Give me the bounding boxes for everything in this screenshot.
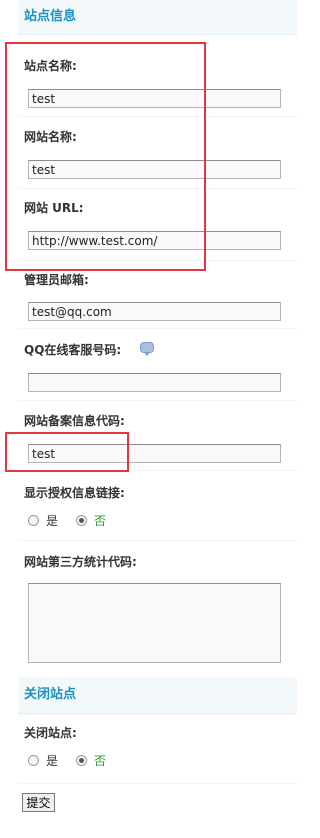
close-site-row: 关闭站点: 是 否: [18, 713, 297, 784]
site-info-section-header: 站点信息: [18, 0, 297, 35]
close-site-no-label[interactable]: 否: [94, 752, 106, 769]
highlight-box-icp-input: [5, 432, 129, 472]
close-site-yes-label[interactable]: 是: [46, 752, 58, 769]
submit-button[interactable]: 提交: [22, 793, 55, 812]
show-license-yes-radio[interactable]: [28, 514, 39, 526]
stats-code-row: 网站第三方统计代码:: [18, 540, 297, 674]
show-license-label: 显示授权信息链接:: [24, 486, 125, 500]
close-site-no-radio[interactable]: [76, 754, 88, 766]
help-bubble-icon[interactable]: [140, 342, 154, 356]
show-license-row: 显示授权信息链接: 是 否: [18, 470, 297, 541]
icp-code-label: 网站备案信息代码:: [24, 414, 125, 428]
close-site-yes-radio[interactable]: [28, 754, 39, 766]
close-site-section-header: 关闭站点: [18, 677, 297, 714]
show-license-no-label[interactable]: 否: [94, 512, 106, 529]
site-info-section-title: 站点信息: [24, 9, 77, 24]
qq-service-row: QQ在线客服号码:: [18, 328, 297, 401]
stats-code-textarea[interactable]: [28, 583, 281, 663]
show-license-radio-group: 是 否: [28, 512, 124, 528]
admin-email-input[interactable]: [28, 302, 281, 321]
qq-service-input[interactable]: [28, 373, 281, 392]
close-site-radio-group: 是 否: [28, 752, 124, 768]
stats-code-label: 网站第三方统计代码:: [24, 555, 137, 569]
highlight-box-site-fields: [5, 42, 206, 271]
qq-service-label: QQ在线客服号码:: [24, 343, 122, 357]
admin-email-label: 管理员邮箱:: [24, 273, 89, 287]
close-site-label: 关闭站点:: [24, 726, 77, 740]
show-license-no-radio[interactable]: [76, 514, 88, 526]
show-license-yes-label[interactable]: 是: [46, 512, 58, 529]
close-site-section-title: 关闭站点: [24, 687, 77, 702]
